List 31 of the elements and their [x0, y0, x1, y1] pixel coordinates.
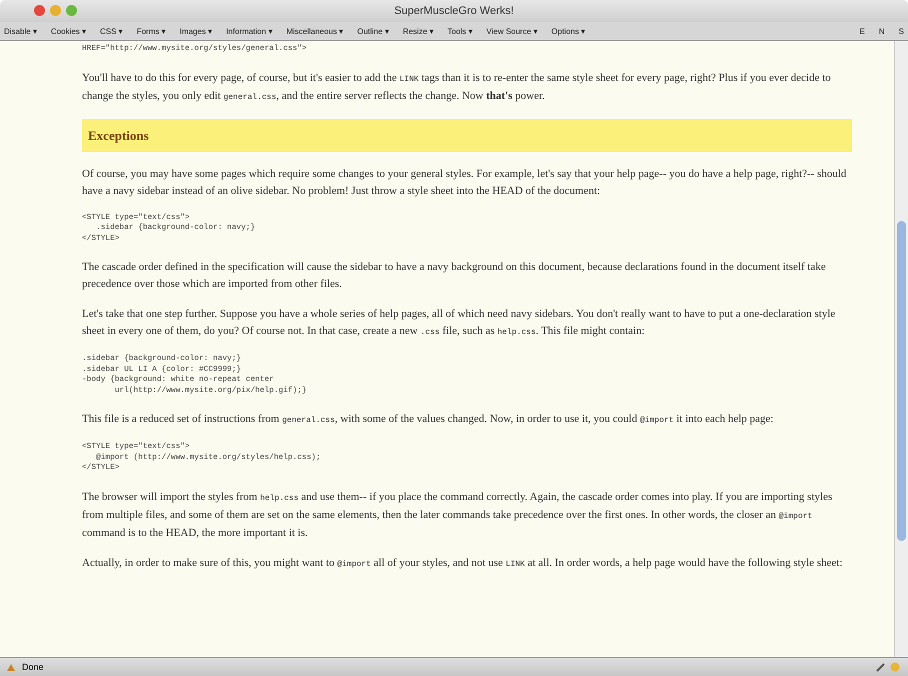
status-icon — [6, 662, 16, 672]
section-heading: Exceptions — [82, 118, 852, 152]
toolbar-menu[interactable]: CSS ▾ — [100, 26, 123, 36]
zoom-icon[interactable] — [66, 5, 77, 16]
paragraph: Of course, you may have some pages which require some changes to your general styles. For example, let's say that your help page-- you do have a help page, right?-- should have a navy sidebar instead of an olive sidebar. No problem! Just throw a style sheet into the HEAD of the document: — [82, 166, 848, 198]
close-icon[interactable] — [34, 5, 45, 16]
paragraph: This file is a reduced set of instructions from general.css, with some of the values changed. Now, in order to use it, you could @import it into each help page: — [82, 412, 774, 427]
toolbar-menu[interactable]: Resize ▾ — [402, 26, 434, 36]
paragraph: The browser will import the styles from help.css and use them-- if you place the command correctly. Again, the cascade order comes into play. If you are importing styles from multiple files, and some of them are set on the same elements, then the later commands take precedence over the first ones. In other words, the closer an @import command is to the HEAD, the more important it is. — [82, 490, 834, 540]
toolbar-menu[interactable]: View Source ▾ — [486, 26, 538, 36]
minimize-icon[interactable] — [50, 5, 61, 16]
toolbar-menu[interactable]: Forms ▾ — [136, 26, 166, 36]
toolbar-menu[interactable]: Tools ▾ — [448, 26, 472, 36]
toolbar-menu[interactable]: Information ▾ — [226, 26, 272, 36]
toolbar-indicator[interactable]: S — [898, 26, 904, 36]
window-title: SuperMuscleGro Werks! — [393, 5, 515, 17]
paragraph: You'll have to do this for every page, of course, but it's easier to add the LINK tags than it is to re-enter the same style sheet for every page, right? Plus if you ever decide to change the styles, you only edit general.css, and the entire server reflects the change. Now that's power. — [82, 70, 832, 104]
tool-icon[interactable] — [876, 662, 886, 672]
toolbar-menu[interactable]: Options ▾ — [551, 26, 586, 36]
toolbar-menu[interactable]: Miscellaneous ▾ — [286, 26, 344, 36]
toolbar-indicator[interactable]: N — [878, 26, 885, 36]
status-text: Done — [22, 662, 44, 672]
scroll-bar[interactable] — [894, 41, 908, 657]
toolbar-menu[interactable]: Cookies ▾ — [50, 26, 86, 36]
toolbar-menu[interactable]: Outline ▾ — [357, 26, 389, 36]
paragraph: Actually, in order to make sure of this, you might want to @import all of your styles, and not use LINK at all. In order words, a help page would have the following style sheet: — [82, 556, 844, 570]
toolbar-menu[interactable]: Images ▾ — [180, 26, 212, 36]
paragraph: The cascade order defined in the specification will cause the sidebar to have a navy background on this document, because declarations found in the document itself take precedence over those which are imported from other files. — [82, 260, 827, 292]
toolbar-indicator[interactable]: E — [860, 26, 865, 36]
toolbar-menu[interactable]: Disable ▾ — [4, 26, 37, 36]
paragraph: Let's take that one step further. Suppose you have a whole series of help pages, all of which need navy sidebars. You don't really want to have to put a one-declaration style sheet in every one of them, do you? Of course not. In that case, create a new .css file, such as help.css. This file might contain: — [82, 307, 836, 339]
